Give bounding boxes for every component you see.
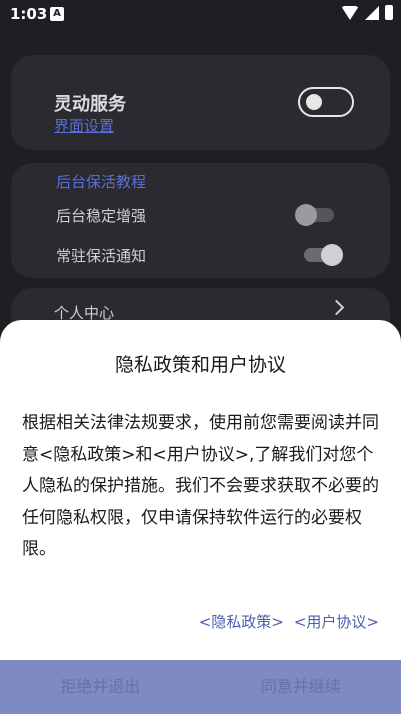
dialog-button-bar: 拒绝并退出 同意并继续 bbox=[0, 660, 401, 714]
privacy-policy-link[interactable]: <隐私政策> bbox=[199, 611, 284, 632]
agree-continue-button[interactable]: 同意并继续 bbox=[201, 660, 401, 714]
policy-links: <隐私政策> <用户协议> bbox=[199, 611, 379, 632]
reject-exit-button[interactable]: 拒绝并退出 bbox=[0, 660, 201, 714]
dialog-body: 根据相关法律法规要求，使用前您需要阅读并同意<隐私政策>和<用户协议>,了解我们… bbox=[22, 413, 379, 559]
dialog-title: 隐私政策和用户协议 bbox=[114, 354, 286, 376]
user-agreement-link[interactable]: <用户协议> bbox=[294, 611, 379, 632]
privacy-dialog: 隐私政策和用户协议 根据相关法律法规要求，使用前您需要阅读并同意<隐私政策>和<… bbox=[0, 320, 401, 714]
